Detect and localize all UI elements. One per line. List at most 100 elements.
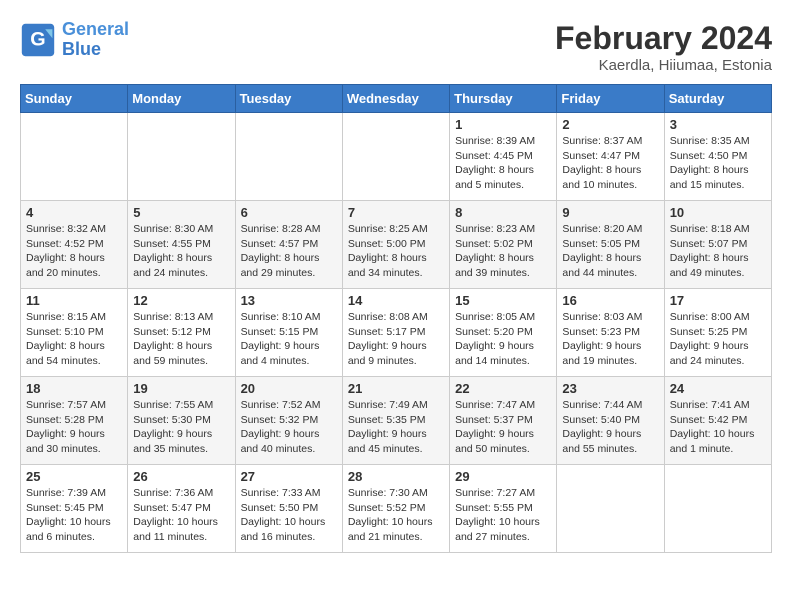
- day-number: 22: [455, 381, 551, 396]
- day-info: Sunrise: 8:05 AM Sunset: 5:20 PM Dayligh…: [455, 310, 551, 369]
- day-number: 16: [562, 293, 658, 308]
- day-number: 11: [26, 293, 122, 308]
- day-number: 4: [26, 205, 122, 220]
- calendar-cell: 27Sunrise: 7:33 AM Sunset: 5:50 PM Dayli…: [235, 465, 342, 553]
- calendar-cell: 3Sunrise: 8:35 AM Sunset: 4:50 PM Daylig…: [664, 113, 771, 201]
- calendar-cell: 17 Sunrise: 8:00 AM Sunset: 5:25 PM Dayli…: [664, 289, 771, 377]
- day-info: Sunrise: 8:13 AM Sunset: 5:12 PM Dayligh…: [133, 310, 229, 369]
- day-number: 14: [348, 293, 444, 308]
- day-number: 6: [241, 205, 337, 220]
- weekday-row: SundayMondayTuesdayWednesdayThursdayFrid…: [21, 85, 772, 113]
- day-number: 17: [670, 293, 766, 308]
- calendar-cell: 7 Sunrise: 8:25 AM Sunset: 5:00 PM Daylig…: [342, 201, 449, 289]
- day-info: Sunrise: 7:44 AM Sunset: 5:40 PM Dayligh…: [562, 398, 658, 457]
- calendar-cell: 2 Sunrise: 8:37 AM Sunset: 4:47 PM Daylig…: [557, 113, 664, 201]
- day-number: 8: [455, 205, 551, 220]
- day-info: Sunrise: 7:39 AM Sunset: 5:45 PM Dayligh…: [26, 486, 122, 545]
- page-header: G General Blue February 2024 Kaerdla, Hi…: [20, 20, 772, 74]
- day-number: 28: [348, 469, 444, 484]
- calendar-week-3: 11 Sunrise: 8:15 AM Sunset: 5:10 PM Dayli…: [21, 289, 772, 377]
- calendar-cell: 4 Sunrise: 8:32 AM Sunset: 4:52 PM Daylig…: [21, 201, 128, 289]
- day-info: Sunrise: 8:23 AM Sunset: 5:02 PM Dayligh…: [455, 222, 551, 281]
- calendar-cell: 28 Sunrise: 7:30 AM Sunset: 5:52 PM Dayli…: [342, 465, 449, 553]
- location: Kaerdla, Hiiumaa, Estonia: [555, 57, 772, 74]
- calendar-cell: 1 Sunrise: 8:39 AM Sunset: 4:45 PM Daylig…: [450, 113, 557, 201]
- logo-text: General Blue: [62, 20, 129, 60]
- calendar-cell: [21, 113, 128, 201]
- weekday-header-saturday: Saturday: [664, 85, 771, 113]
- day-number: 1: [455, 117, 551, 132]
- day-number: 20: [241, 381, 337, 396]
- day-info: Sunrise: 7:30 AM Sunset: 5:52 PM Dayligh…: [348, 486, 444, 545]
- calendar-table: SundayMondayTuesdayWednesdayThursdayFrid…: [20, 84, 772, 553]
- title-block: February 2024 Kaerdla, Hiiumaa, Estonia: [555, 20, 772, 74]
- calendar-cell: 18Sunrise: 7:57 AM Sunset: 5:28 PM Dayli…: [21, 377, 128, 465]
- day-number: 24: [670, 381, 766, 396]
- day-number: 15: [455, 293, 551, 308]
- calendar-body: 1 Sunrise: 8:39 AM Sunset: 4:45 PM Daylig…: [21, 113, 772, 553]
- day-info: Sunrise: 8:35 AM Sunset: 4:50 PM Dayligh…: [670, 134, 766, 193]
- calendar-cell: 21Sunrise: 7:49 AM Sunset: 5:35 PM Dayli…: [342, 377, 449, 465]
- day-info: Sunrise: 7:27 AM Sunset: 5:55 PM Dayligh…: [455, 486, 551, 545]
- calendar-cell: [128, 113, 235, 201]
- day-number: 2: [562, 117, 658, 132]
- day-info: Sunrise: 8:39 AM Sunset: 4:45 PM Dayligh…: [455, 134, 551, 193]
- calendar-cell: 19Sunrise: 7:55 AM Sunset: 5:30 PM Dayli…: [128, 377, 235, 465]
- logo: G General Blue: [20, 20, 129, 60]
- svg-text:G: G: [30, 28, 45, 50]
- weekday-header-wednesday: Wednesday: [342, 85, 449, 113]
- calendar-week-5: 25Sunrise: 7:39 AM Sunset: 5:45 PM Dayli…: [21, 465, 772, 553]
- calendar-cell: 14Sunrise: 8:08 AM Sunset: 5:17 PM Dayli…: [342, 289, 449, 377]
- day-info: Sunrise: 7:55 AM Sunset: 5:30 PM Dayligh…: [133, 398, 229, 457]
- day-number: 13: [241, 293, 337, 308]
- calendar-cell: 9 Sunrise: 8:20 AM Sunset: 5:05 PM Daylig…: [557, 201, 664, 289]
- day-info: Sunrise: 8:32 AM Sunset: 4:52 PM Dayligh…: [26, 222, 122, 281]
- calendar-cell: 11 Sunrise: 8:15 AM Sunset: 5:10 PM Dayli…: [21, 289, 128, 377]
- day-info: Sunrise: 8:00 AM Sunset: 5:25 PM Dayligh…: [670, 310, 766, 369]
- calendar-cell: 25Sunrise: 7:39 AM Sunset: 5:45 PM Dayli…: [21, 465, 128, 553]
- day-number: 18: [26, 381, 122, 396]
- weekday-header-tuesday: Tuesday: [235, 85, 342, 113]
- day-info: Sunrise: 7:41 AM Sunset: 5:42 PM Dayligh…: [670, 398, 766, 457]
- day-info: Sunrise: 7:52 AM Sunset: 5:32 PM Dayligh…: [241, 398, 337, 457]
- month-title: February 2024: [555, 20, 772, 57]
- calendar-cell: 15 Sunrise: 8:05 AM Sunset: 5:20 PM Dayli…: [450, 289, 557, 377]
- logo-icon: G: [20, 22, 56, 58]
- calendar-cell: [557, 465, 664, 553]
- calendar-cell: 6 Sunrise: 8:28 AM Sunset: 4:57 PM Daylig…: [235, 201, 342, 289]
- day-info: Sunrise: 7:33 AM Sunset: 5:50 PM Dayligh…: [241, 486, 337, 545]
- day-number: 21: [348, 381, 444, 396]
- calendar-header: SundayMondayTuesdayWednesdayThursdayFrid…: [21, 85, 772, 113]
- calendar-cell: 20 Sunrise: 7:52 AM Sunset: 5:32 PM Dayli…: [235, 377, 342, 465]
- calendar-week-4: 18Sunrise: 7:57 AM Sunset: 5:28 PM Dayli…: [21, 377, 772, 465]
- day-number: 26: [133, 469, 229, 484]
- day-info: Sunrise: 8:20 AM Sunset: 5:05 PM Dayligh…: [562, 222, 658, 281]
- day-number: 10: [670, 205, 766, 220]
- calendar-cell: 22Sunrise: 7:47 AM Sunset: 5:37 PM Dayli…: [450, 377, 557, 465]
- day-info: Sunrise: 8:28 AM Sunset: 4:57 PM Dayligh…: [241, 222, 337, 281]
- calendar-cell: [342, 113, 449, 201]
- day-info: Sunrise: 7:36 AM Sunset: 5:47 PM Dayligh…: [133, 486, 229, 545]
- day-info: Sunrise: 8:10 AM Sunset: 5:15 PM Dayligh…: [241, 310, 337, 369]
- calendar-cell: 12Sunrise: 8:13 AM Sunset: 5:12 PM Dayli…: [128, 289, 235, 377]
- calendar-cell: 10Sunrise: 8:18 AM Sunset: 5:07 PM Dayli…: [664, 201, 771, 289]
- logo-line2: Blue: [62, 40, 129, 60]
- weekday-header-friday: Friday: [557, 85, 664, 113]
- day-info: Sunrise: 8:15 AM Sunset: 5:10 PM Dayligh…: [26, 310, 122, 369]
- weekday-header-sunday: Sunday: [21, 85, 128, 113]
- calendar-cell: [235, 113, 342, 201]
- calendar-cell: 13 Sunrise: 8:10 AM Sunset: 5:15 PM Dayli…: [235, 289, 342, 377]
- day-info: Sunrise: 8:03 AM Sunset: 5:23 PM Dayligh…: [562, 310, 658, 369]
- day-info: Sunrise: 8:37 AM Sunset: 4:47 PM Dayligh…: [562, 134, 658, 193]
- day-info: Sunrise: 8:30 AM Sunset: 4:55 PM Dayligh…: [133, 222, 229, 281]
- day-info: Sunrise: 8:25 AM Sunset: 5:00 PM Dayligh…: [348, 222, 444, 281]
- calendar-week-2: 4 Sunrise: 8:32 AM Sunset: 4:52 PM Daylig…: [21, 201, 772, 289]
- calendar-cell: [664, 465, 771, 553]
- logo-line1: General: [62, 19, 129, 39]
- day-number: 9: [562, 205, 658, 220]
- day-number: 23: [562, 381, 658, 396]
- day-number: 7: [348, 205, 444, 220]
- day-number: 5: [133, 205, 229, 220]
- calendar-week-1: 1 Sunrise: 8:39 AM Sunset: 4:45 PM Daylig…: [21, 113, 772, 201]
- calendar-cell: 23 Sunrise: 7:44 AM Sunset: 5:40 PM Dayli…: [557, 377, 664, 465]
